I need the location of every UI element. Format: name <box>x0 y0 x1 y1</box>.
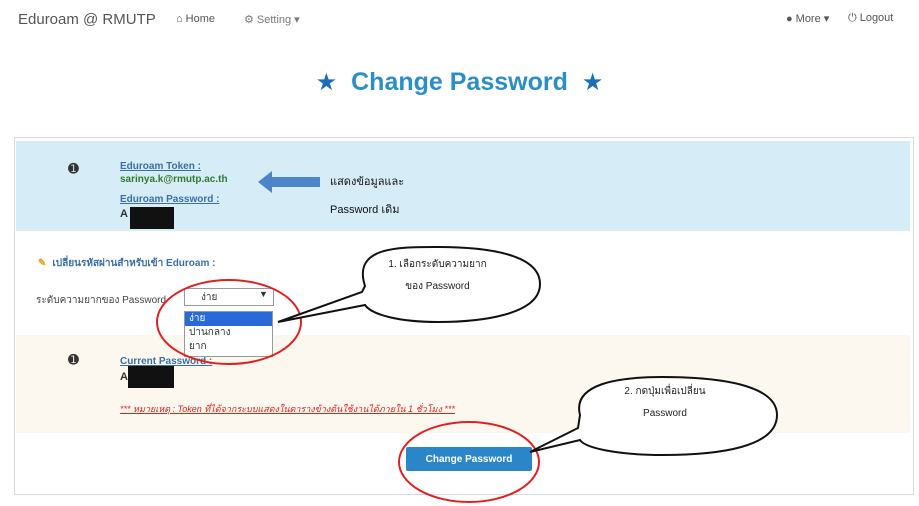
callout-1-line2: ของ Password <box>405 281 470 292</box>
callout-1-line1: 1. เลือกระดับความยาก <box>388 259 487 270</box>
annotation-overlay <box>156 245 779 503</box>
callout-2-line2: Password <box>643 408 687 419</box>
highlight-circle <box>398 421 540 503</box>
callout-1: 1. เลือกระดับความยาก ของ Password <box>365 254 510 298</box>
callout-2-line1: 2. กดปุ่มเพื่อเปลี่ยน <box>624 386 706 397</box>
callout-2: 2. กดปุ่มเพื่อเปลี่ยน Password <box>590 381 740 425</box>
